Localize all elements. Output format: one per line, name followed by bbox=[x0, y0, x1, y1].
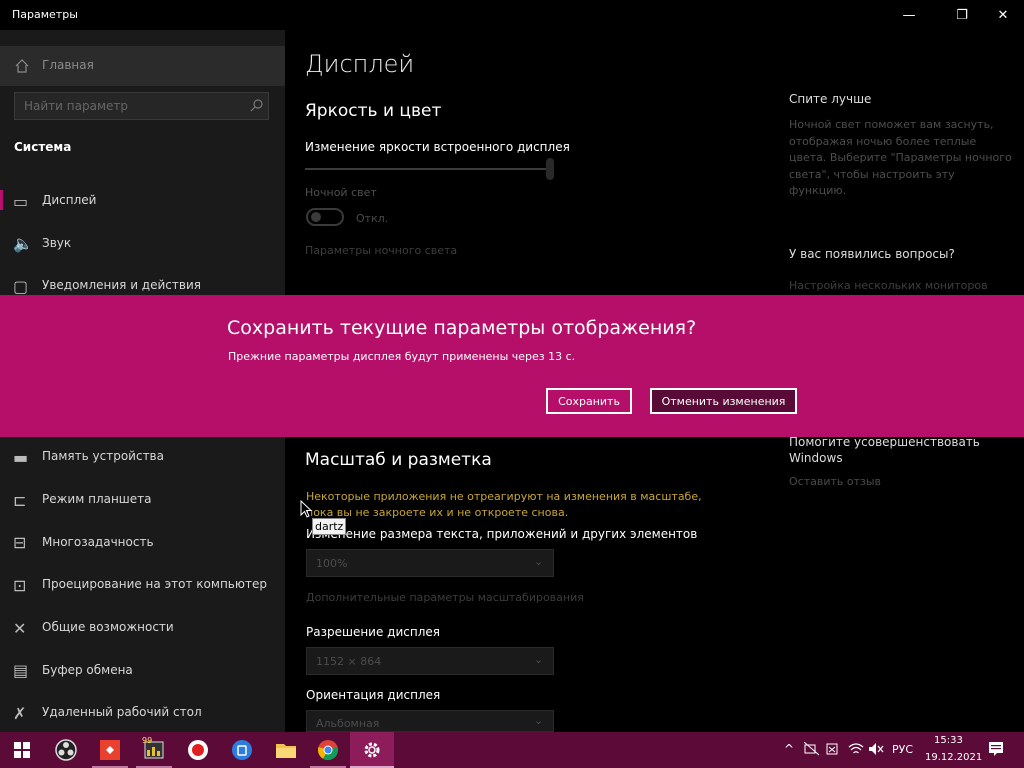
scale-warning-text: Некоторые приложения не отреагируют на и… bbox=[306, 490, 702, 519]
taskbar-chrome[interactable] bbox=[306, 732, 350, 768]
dialog-title: Сохранить текущие параметры отображения? bbox=[227, 317, 697, 339]
chrome-icon bbox=[318, 740, 338, 761]
taskbar-obs[interactable] bbox=[44, 732, 88, 768]
multitasking-icon: ⊟ bbox=[13, 533, 27, 552]
taskbar-settings[interactable] bbox=[350, 732, 394, 768]
windows-start-icon bbox=[14, 742, 30, 758]
improve-windows-heading: Помогите усовершенствовать Windows bbox=[789, 435, 980, 465]
resolution-dropdown-value: 1152 × 864 bbox=[316, 655, 382, 668]
advanced-scaling-link[interactable]: Дополнительные параметры масштабирования bbox=[306, 591, 584, 604]
scale-dropdown-value: 100% bbox=[316, 557, 348, 570]
taskbar-recorder[interactable] bbox=[176, 732, 220, 768]
scale-layout-heading: Масштаб и разметка bbox=[305, 450, 492, 470]
orientation-dropdown-value: Альбомная bbox=[316, 717, 380, 730]
obs-icon bbox=[55, 739, 77, 761]
aimp-badge: 99 bbox=[142, 736, 153, 745]
taskbar-aimp[interactable] bbox=[132, 732, 176, 768]
page-title: Дисплей bbox=[305, 50, 415, 78]
sidebar-item-label: Режим планшета bbox=[42, 492, 152, 506]
brightness-slider-thumb[interactable] bbox=[546, 158, 554, 180]
sidebar-item-label: Общие возможности bbox=[42, 620, 174, 634]
storage-icon: ▬ bbox=[13, 448, 29, 467]
night-light-settings-link[interactable]: Параметры ночного света bbox=[305, 244, 457, 257]
search-icon[interactable] bbox=[250, 98, 264, 112]
scale-label: Изменение размера текста, приложений и д… bbox=[306, 527, 698, 541]
sleep-better-heading: Спите лучше bbox=[789, 92, 872, 106]
brightness-slider-track[interactable] bbox=[305, 168, 550, 170]
taskbar-anydesk[interactable] bbox=[88, 732, 132, 768]
anydesk-icon bbox=[100, 740, 120, 760]
chevron-down-icon: ⌄ bbox=[534, 555, 544, 568]
speaker-icon: 🔈 bbox=[13, 234, 33, 253]
home-icon bbox=[15, 59, 29, 73]
chevron-down-icon: ⌄ bbox=[534, 653, 544, 666]
save-button[interactable]: Сохранить bbox=[546, 388, 632, 414]
chevron-down-icon: ⌄ bbox=[534, 714, 544, 727]
sidebar-item-label: Уведомления и действия bbox=[42, 278, 201, 292]
clipboard-icon: ▤ bbox=[13, 661, 29, 680]
clock-time[interactable]: 15:33 bbox=[934, 735, 963, 746]
shared-experiences-icon: ✕ bbox=[13, 619, 27, 638]
action-center-icon[interactable] bbox=[988, 741, 1004, 757]
settings-gear-icon bbox=[364, 742, 380, 758]
show-hidden-icons-button[interactable]: ^ bbox=[784, 742, 794, 756]
taskbar-file-explorer[interactable] bbox=[264, 732, 308, 768]
maximize-button[interactable]: ❐ bbox=[939, 0, 985, 30]
sidebar-item-label: Удаленный рабочий стол bbox=[42, 705, 202, 719]
projecting-icon: ⊡ bbox=[13, 576, 27, 595]
resolution-label: Разрешение дисплея bbox=[306, 625, 440, 639]
bluetooth-mute-icon[interactable] bbox=[826, 742, 842, 756]
feedback-link[interactable]: Оставить отзыв bbox=[789, 475, 881, 488]
sidebar-item-label: Память устройства bbox=[42, 449, 164, 463]
sidebar-item-label: Многозадачность bbox=[42, 535, 154, 549]
sidebar-section-title: Система bbox=[14, 140, 72, 154]
monitor-icon: ▭ bbox=[13, 192, 29, 211]
taskbar-bitwarden[interactable] bbox=[220, 732, 264, 768]
mouse-cursor-icon bbox=[300, 500, 313, 518]
brightness-label: Изменение яркости встроенного дисплея bbox=[305, 140, 570, 154]
sleep-better-text: Ночной свет поможет вам заснуть, отображ… bbox=[789, 118, 1012, 197]
questions-heading: У вас появились вопросы? bbox=[789, 247, 955, 261]
remote-desktop-icon: ✗ bbox=[13, 704, 27, 723]
sidebar-home-label: Главная bbox=[42, 58, 94, 72]
dialog-message: Прежние параметры дисплея будут применен… bbox=[228, 350, 576, 363]
tooltip: dartz bbox=[312, 518, 347, 535]
close-button[interactable]: ✕ bbox=[980, 0, 1024, 30]
brightness-heading: Яркость и цвет bbox=[305, 101, 442, 121]
sidebar-item-label: Буфер обмена bbox=[42, 663, 133, 677]
night-light-state: Откл. bbox=[356, 212, 389, 225]
title-bar bbox=[0, 0, 1024, 30]
tablet-mode-icon: ⊏ bbox=[13, 491, 27, 510]
file-explorer-icon bbox=[276, 744, 296, 758]
sidebar-item-label: Проецирование на этот компьютер bbox=[42, 577, 267, 591]
wifi-icon[interactable] bbox=[848, 742, 864, 756]
sidebar-item-label: Дисплей bbox=[42, 193, 97, 207]
search-input[interactable]: Найти параметр bbox=[24, 99, 128, 113]
input-language-indicator[interactable]: РУС bbox=[892, 743, 913, 756]
notification-icon: ▢ bbox=[13, 277, 29, 296]
clock-date[interactable]: 19.12.2021 bbox=[925, 752, 982, 763]
record-icon bbox=[188, 740, 208, 760]
revert-changes-button[interactable]: Отменить изменения bbox=[650, 388, 797, 414]
network-off-icon[interactable] bbox=[804, 742, 820, 756]
multi-monitor-link[interactable]: Настройка нескольких мониторов bbox=[789, 279, 988, 292]
night-light-label: Ночной свет bbox=[305, 186, 377, 199]
toggle-knob bbox=[311, 212, 321, 222]
window-title: Параметры bbox=[12, 8, 78, 21]
minimize-button[interactable]: — bbox=[886, 0, 932, 30]
volume-muted-icon[interactable] bbox=[868, 742, 884, 756]
windows-start-button[interactable] bbox=[0, 732, 44, 768]
sidebar-item-label: Звук bbox=[42, 236, 72, 250]
bitwarden-icon bbox=[232, 740, 252, 760]
orientation-label: Ориентация дисплея bbox=[306, 688, 441, 702]
